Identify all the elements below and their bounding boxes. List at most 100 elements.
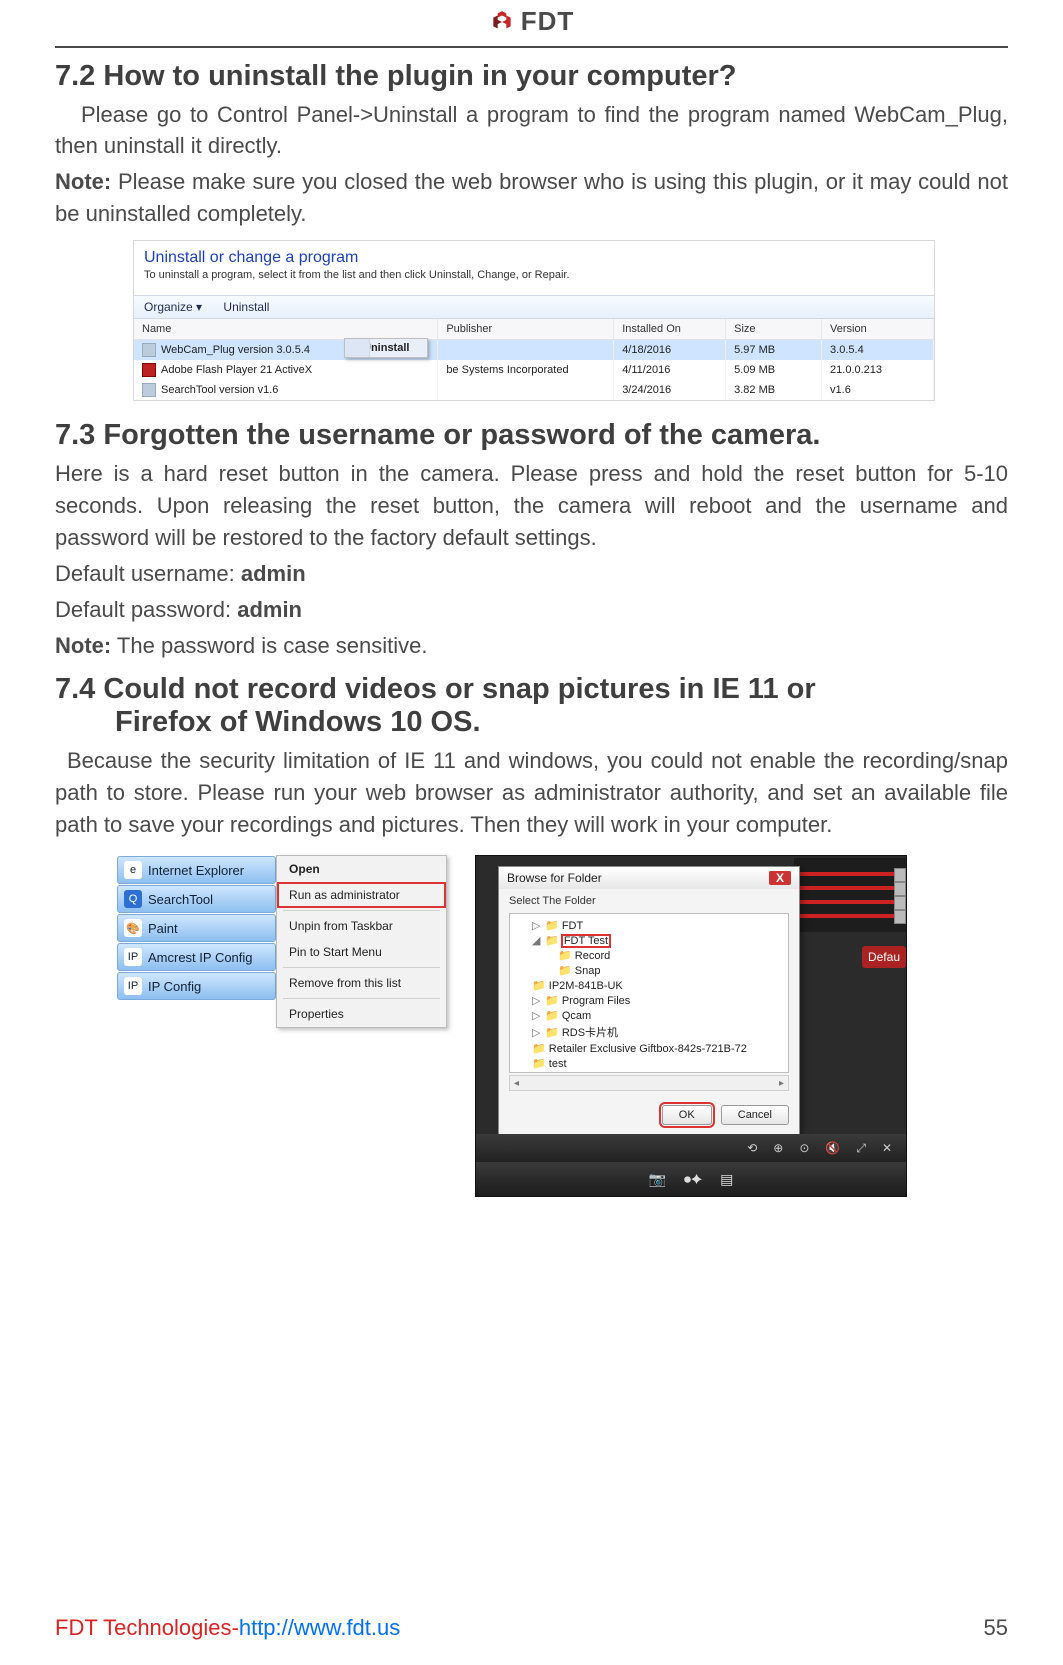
page-number: 55 bbox=[984, 1615, 1008, 1641]
circle-icon[interactable]: ⊙ bbox=[799, 1141, 809, 1155]
company-name: FDT Technologies- bbox=[55, 1615, 239, 1640]
taskbar-item[interactable]: QSearchTool bbox=[117, 885, 276, 913]
folder-icon: 📁 bbox=[558, 965, 572, 977]
brand-icon bbox=[489, 9, 515, 35]
cell: 5.97 MB bbox=[726, 340, 822, 361]
menu-open[interactable]: Open bbox=[277, 856, 446, 882]
folder-tree[interactable]: ▷ 📁 FDT ◢ 📁 FDT Test 📁 Record 📁 Snap 📁 I… bbox=[509, 913, 789, 1073]
col-name[interactable]: Name bbox=[134, 319, 438, 340]
section-7-2-p1: Please go to Control Panel->Uninstall a … bbox=[55, 99, 1008, 163]
menu-pin-start[interactable]: Pin to Start Menu bbox=[277, 939, 446, 965]
cell: 3.0.5.4 bbox=[822, 340, 934, 361]
sd-icon[interactable]: ▤ bbox=[720, 1171, 733, 1188]
folder-icon: 📁 bbox=[532, 1058, 546, 1070]
folder[interactable]: test bbox=[549, 1058, 567, 1070]
slider[interactable] bbox=[800, 900, 900, 904]
label: IP Config bbox=[148, 979, 201, 994]
paint-icon: 🎨 bbox=[124, 919, 142, 937]
camera-toolbar-lower: 📷 ⏺✦ ▤ bbox=[476, 1162, 906, 1196]
folder-icon: 📁 bbox=[545, 935, 559, 947]
cancel-button[interactable]: Cancel bbox=[721, 1105, 789, 1125]
brand-logo: FDT bbox=[489, 6, 575, 37]
col-version[interactable]: Version bbox=[822, 319, 934, 340]
slider[interactable] bbox=[800, 872, 900, 876]
app-icon bbox=[142, 363, 156, 377]
ie-context-menu: Open Run as administrator Unpin from Tas… bbox=[276, 855, 447, 1028]
cell bbox=[438, 340, 614, 361]
col-size[interactable]: Size bbox=[726, 319, 822, 340]
taskbar-item[interactable]: IPIP Config bbox=[117, 972, 276, 1000]
label: Amcrest IP Config bbox=[148, 950, 253, 965]
mute-icon[interactable]: 🔇 bbox=[825, 1141, 840, 1155]
app-icon bbox=[142, 343, 156, 357]
ok-button[interactable]: OK bbox=[662, 1105, 712, 1125]
table-row[interactable]: SearchTool version v1.6 3/24/2016 3.82 M… bbox=[134, 380, 934, 400]
cell: 4/18/2016 bbox=[614, 340, 726, 361]
camera-toolbar-upper: ⟲ ⊕ ⊙ 🔇 ⤢ ✕ bbox=[476, 1134, 906, 1162]
folder-icon: 📁 bbox=[545, 1010, 559, 1022]
folder[interactable]: FDT bbox=[562, 920, 583, 932]
folder-selected[interactable]: FDT Test bbox=[562, 935, 610, 947]
h-scrollbar[interactable]: ◂▸ bbox=[509, 1075, 789, 1091]
cell: WebCam_Plug version 3.0.5.4 bbox=[161, 344, 310, 356]
folder[interactable]: IP2M-841B-UK bbox=[549, 980, 623, 992]
cell: 21.0.0.213 bbox=[822, 360, 934, 380]
label: SearchTool bbox=[148, 892, 213, 907]
cell: be Systems Incorporated bbox=[438, 360, 614, 380]
taskbar-item[interactable]: IPAmcrest IP Config bbox=[117, 943, 276, 971]
section-7-3-note: Note: The password is case sensitive. bbox=[55, 630, 1008, 662]
slider[interactable] bbox=[800, 914, 900, 918]
page-footer: FDT Technologies-http://www.fdt.us 55 bbox=[55, 1615, 1008, 1641]
expand-icon[interactable]: ⤢ bbox=[856, 1141, 866, 1156]
default-button[interactable]: Defau bbox=[862, 946, 906, 968]
cp-toolbar: Organize ▾ Uninstall bbox=[134, 295, 934, 319]
loop-icon[interactable]: ⟲ bbox=[747, 1141, 757, 1155]
organize-button[interactable]: Organize ▾ bbox=[144, 300, 202, 314]
app-icon bbox=[142, 383, 156, 397]
folder[interactable]: Program Files bbox=[562, 995, 630, 1007]
section-7-4-p1: Because the security limitation of IE 11… bbox=[55, 745, 1008, 841]
folder[interactable]: Record bbox=[575, 950, 610, 962]
label: Default username: bbox=[55, 561, 241, 586]
snapshot-icon[interactable]: 📷 bbox=[649, 1171, 666, 1188]
folder-icon: 📁 bbox=[532, 980, 546, 992]
image-sliders bbox=[794, 858, 906, 932]
section-7-2-title: 7.2 How to uninstall the plugin in your … bbox=[55, 60, 1008, 93]
uninstall-button[interactable]: Uninstall bbox=[223, 300, 269, 314]
menu-properties[interactable]: Properties bbox=[277, 1001, 446, 1027]
taskbar-item[interactable]: 🎨 Paint bbox=[117, 914, 276, 942]
cp-sub: To uninstall a program, select it from t… bbox=[134, 269, 934, 295]
ctx-uninstall[interactable]: Uninstall bbox=[345, 339, 427, 357]
cell: SearchTool version v1.6 bbox=[161, 384, 278, 396]
dialog-title: Browse for Folder bbox=[507, 871, 602, 885]
company-url: http://www.fdt.us bbox=[239, 1615, 400, 1640]
record-icon[interactable]: ⏺✦ bbox=[684, 1171, 702, 1188]
circle-icon[interactable]: ⊕ bbox=[773, 1141, 783, 1155]
menu-remove[interactable]: Remove from this list bbox=[277, 970, 446, 996]
folder[interactable]: Retailer Exclusive Giftbox-842s-721B-72 bbox=[549, 1043, 747, 1055]
slider[interactable] bbox=[800, 886, 900, 890]
title-line1: 7.4 Could not record videos or snap pict… bbox=[55, 673, 816, 705]
menu-run-as-admin[interactable]: Run as administrator bbox=[277, 882, 446, 908]
cell: 3/24/2016 bbox=[614, 380, 726, 400]
table-row[interactable]: WebCam_Plug version 3.0.5.4 Uninstall 4/… bbox=[134, 340, 934, 361]
note-label: Note: bbox=[55, 633, 111, 658]
folder[interactable]: Snap bbox=[575, 965, 601, 977]
label: Paint bbox=[148, 921, 178, 936]
taskbar-item[interactable]: eInternet Explorer bbox=[117, 856, 276, 884]
folder[interactable]: RDS卡片机 bbox=[562, 1027, 618, 1039]
label: Internet Explorer bbox=[148, 863, 244, 878]
col-installed[interactable]: Installed On bbox=[614, 319, 726, 340]
section-7-3-p1: Here is a hard reset button in the camer… bbox=[55, 458, 1008, 554]
section-7-2-note: Note: Please make sure you closed the we… bbox=[55, 166, 1008, 230]
note-text: Please make sure you closed the web brow… bbox=[55, 169, 1008, 226]
brand-text: FDT bbox=[521, 6, 575, 37]
close-icon[interactable]: X bbox=[769, 871, 791, 885]
settings-icon[interactable]: ✕ bbox=[882, 1141, 892, 1155]
taskbar-area: eInternet Explorer QSearchTool 🎨 Paint IP… bbox=[117, 855, 447, 1197]
col-publisher[interactable]: Publisher bbox=[438, 319, 614, 340]
folder[interactable]: Qcam bbox=[562, 1010, 591, 1022]
menu-unpin[interactable]: Unpin from Taskbar bbox=[277, 913, 446, 939]
table-row[interactable]: Adobe Flash Player 21 ActiveX be Systems… bbox=[134, 360, 934, 380]
taskbar: eInternet Explorer QSearchTool 🎨 Paint IP… bbox=[117, 855, 276, 1001]
